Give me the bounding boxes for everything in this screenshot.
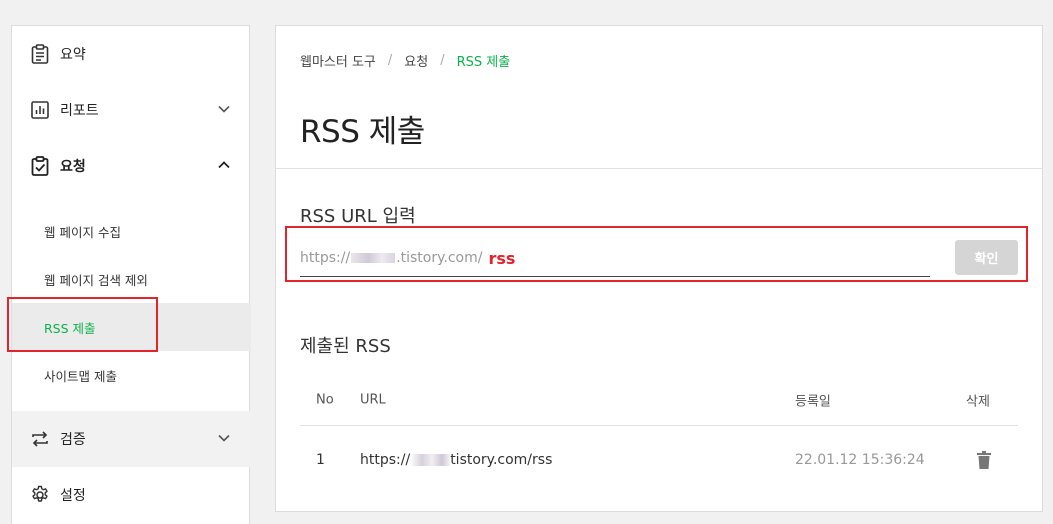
trash-icon[interactable] [976,451,992,469]
gear-icon [30,485,50,505]
page-title: RSS 제출 [300,114,425,150]
divider [276,168,1042,169]
table-header: No URL 등록일 삭제 [300,374,1018,426]
column-header-delete: 삭제 [966,394,990,409]
row-url-start: https:// [360,451,411,468]
nav-request[interactable]: 요청 [12,138,251,194]
row-url: https:// tistory.com/rss [360,452,552,468]
nav-request-label: 요청 [60,159,86,175]
row-url-end: tistory.com/rss [450,451,553,468]
nav-sub-web-exclude[interactable]: 웹 페이지 검색 제외 [12,255,251,303]
repeat-icon [30,429,50,449]
nav-sub-web-crawl[interactable]: 웹 페이지 수집 [12,207,251,255]
nav-verify[interactable]: 검증 [12,411,251,467]
nav-report-label: 리포트 [60,103,99,119]
clipboard-icon [30,44,50,64]
nav-verify-label: 검증 [60,432,86,448]
masked-blog-id [410,453,451,466]
column-header-no: No [316,392,334,407]
highlight-box-sidebar [7,297,158,352]
column-header-url: URL [360,392,386,407]
nav-summary-label: 요약 [60,47,86,63]
highlight-box-input [285,226,1028,282]
breadcrumb: 웹마스터 도구 / 요청 / RSS 제출 [300,51,511,70]
nav-sub-sitemap-submit[interactable]: 사이트맵 제출 [12,351,251,399]
sidebar: 요약 리포트 요청 웹 페이지 수집 웹 페이지 검색 제외 RSS 제출 사이… [11,25,251,524]
clipboard-check-icon [30,156,50,176]
table-row: 1 https:// tistory.com/rss 22.01.12 15:36… [300,426,1018,493]
bar-chart-icon [30,100,50,120]
breadcrumb-item[interactable]: 요청 [404,51,428,70]
chevron-down-icon[interactable] [217,102,231,116]
nav-settings[interactable]: 설정 [12,467,251,523]
nav-summary[interactable]: 요약 [12,26,251,82]
row-no: 1 [316,451,325,468]
breadcrumb-current: RSS 제출 [456,55,511,70]
nav-report[interactable]: 리포트 [12,82,251,138]
rss-input-title: RSS URL 입력 [300,206,416,227]
breadcrumb-item[interactable]: 웹마스터 도구 [300,51,376,70]
submitted-rss-table: No URL 등록일 삭제 1 https:// tistory.com/rss … [300,374,1018,493]
row-date: 22.01.12 15:36:24 [795,451,925,468]
chevron-down-icon[interactable] [217,431,231,445]
submitted-rss-title: 제출된 RSS [300,336,391,357]
nav-settings-label: 설정 [60,488,86,504]
chevron-up-icon[interactable] [217,158,231,172]
column-header-date: 등록일 [795,394,831,409]
